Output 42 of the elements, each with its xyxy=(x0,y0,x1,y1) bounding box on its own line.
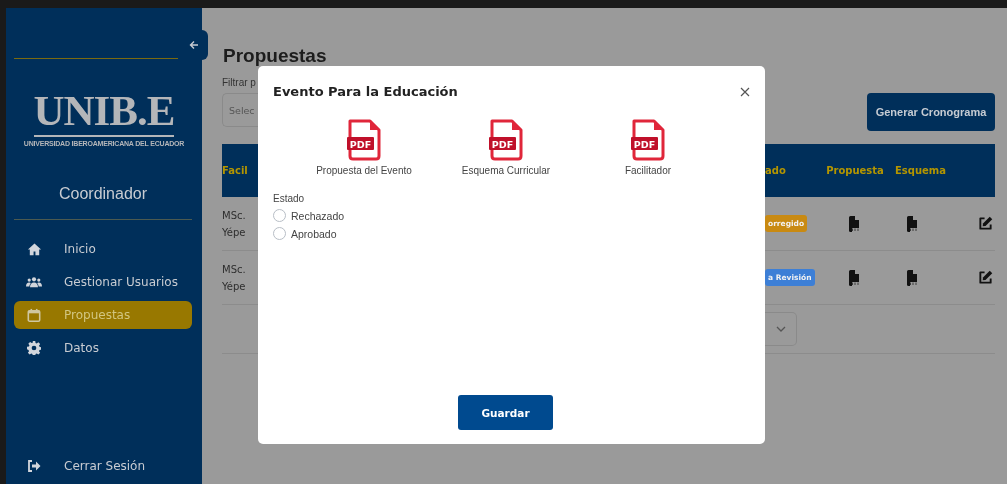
status-option[interactable]: Rechazado xyxy=(273,209,750,222)
home-icon xyxy=(26,241,42,257)
pdf-file-icon[interactable]: PDF xyxy=(487,119,525,161)
page-title: Propuestas xyxy=(223,45,328,67)
column-header: Facil xyxy=(222,165,248,176)
column-header: Esquema xyxy=(895,165,946,176)
status-label: Estado xyxy=(273,193,306,204)
calendar-icon xyxy=(26,307,42,323)
sidebar-item[interactable]: Datos xyxy=(14,334,192,362)
file-label: Propuesta del Evento xyxy=(316,165,412,176)
column-header: Propuesta xyxy=(826,165,884,176)
table-cell-text: Yépe xyxy=(222,279,246,294)
logout-button[interactable]: Cerrar Sesión xyxy=(6,458,202,474)
generate-schedule-button[interactable]: Generar Cronograma xyxy=(867,93,995,131)
column-header: ado xyxy=(765,165,786,176)
modal-title: Evento Para la Educación xyxy=(273,84,458,99)
pdf-file-icon[interactable] xyxy=(907,269,919,286)
close-icon[interactable] xyxy=(740,86,750,97)
settings-icon xyxy=(26,341,42,355)
sidebar-item[interactable]: Gestionar Usuarios xyxy=(14,268,192,296)
arrow-left-icon xyxy=(189,40,199,50)
filter-label: Filtrar p xyxy=(222,77,257,88)
table-cell-text: MSc. xyxy=(222,262,246,277)
table-cell-text: Yépe xyxy=(222,225,246,240)
status-option[interactable]: Aprobado xyxy=(273,227,750,240)
logo-title: UNIB.E xyxy=(33,89,175,133)
chevron-down-icon xyxy=(775,326,786,332)
pdf-file-icon[interactable]: PDF xyxy=(345,119,383,161)
users-icon xyxy=(26,274,42,290)
role-title: Coordinador xyxy=(14,185,192,220)
save-button[interactable]: Guardar xyxy=(458,395,553,430)
pdf-file-icon[interactable] xyxy=(907,215,919,232)
pdf-file-icon[interactable] xyxy=(849,269,861,286)
pdf-file-icon[interactable]: PDF xyxy=(629,119,667,161)
sidebar-item[interactable]: Inicio xyxy=(14,235,192,263)
table-cell-text: MSc. xyxy=(222,208,246,223)
file-label: Facilitador xyxy=(624,165,672,176)
edit-icon[interactable] xyxy=(978,270,993,285)
edit-icon[interactable] xyxy=(978,216,993,231)
logout-icon xyxy=(26,460,42,472)
file-label: Esquema Curricular xyxy=(461,165,551,176)
pdf-file-icon[interactable] xyxy=(849,215,861,232)
